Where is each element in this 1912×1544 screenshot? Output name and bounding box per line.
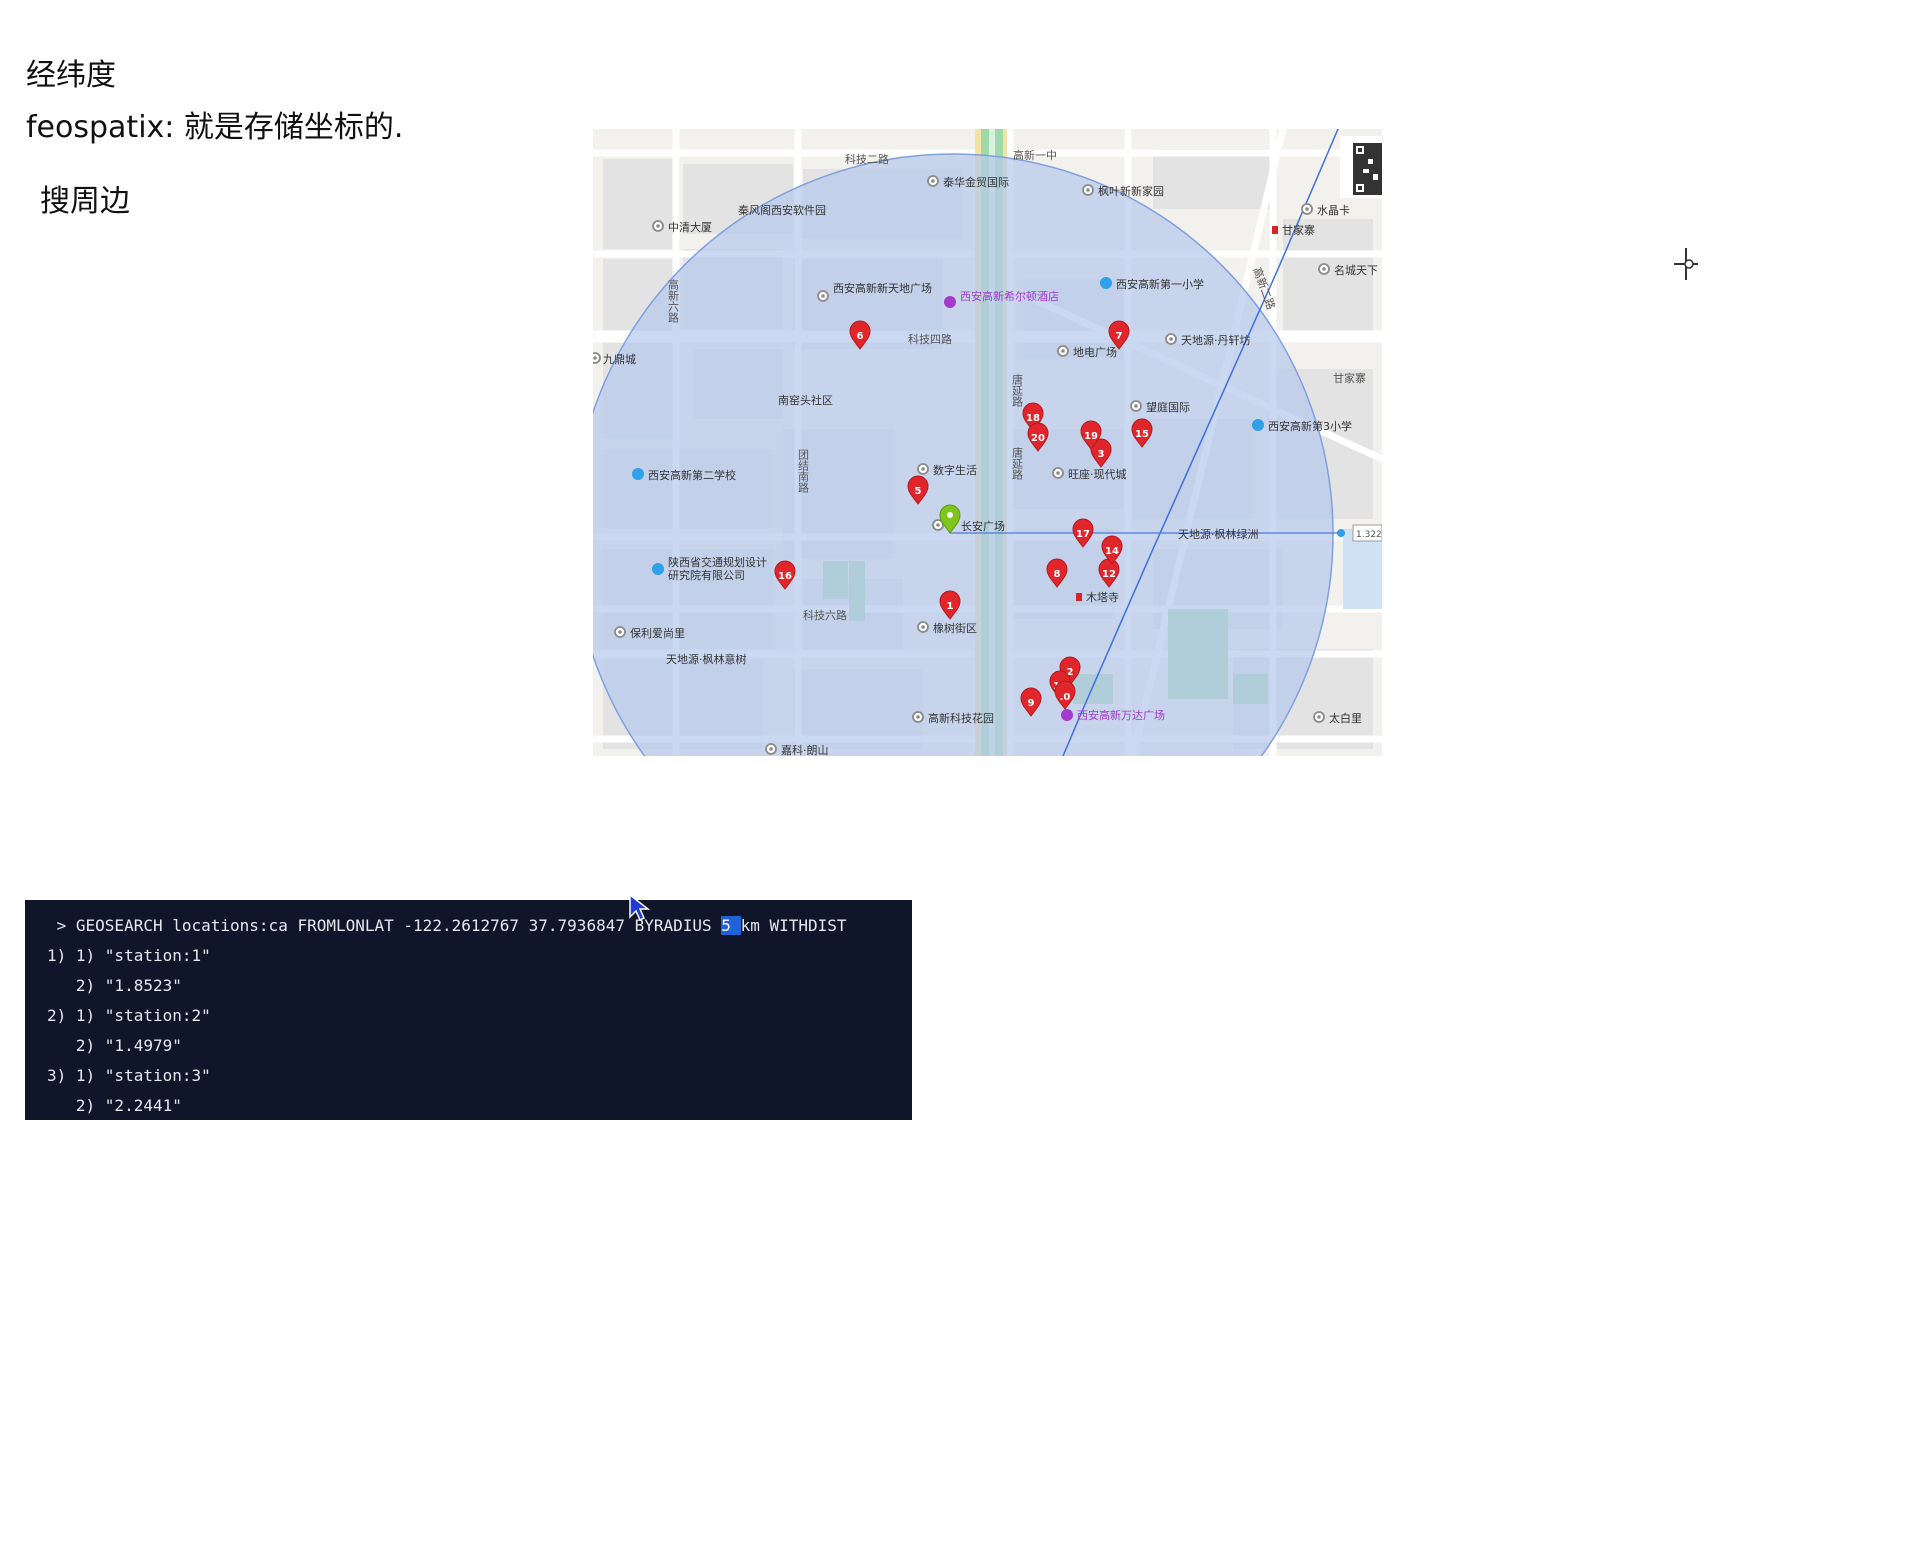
poi-label: 西安高新新天地广场: [833, 281, 932, 295]
mouse-cursor-icon: [629, 893, 650, 922]
svg-text:12: 12: [1102, 569, 1116, 580]
poi-label: 天地源·丹轩坊: [1181, 333, 1251, 347]
poi-label: 木塔寺: [1086, 591, 1119, 604]
poi-label: 水晶卡: [1317, 204, 1350, 217]
street-label: 甘家寨: [1333, 371, 1366, 385]
map-screenshot: 1.322 科技二路 高新一中 科技四路 科技六路 高新六路 团结南路 唐延路 …: [593, 129, 1382, 756]
poi-label: 西安高新万达广场: [1077, 708, 1165, 722]
poi-label: 泰华金贸国际: [943, 175, 1009, 189]
svg-text:17: 17: [1076, 529, 1090, 540]
poi-label: 南窑头社区: [778, 393, 833, 407]
svg-text:5: 5: [915, 486, 922, 497]
poi-label: 陕西省交通规划设计: [668, 555, 767, 569]
poi-label: 地电广场: [1073, 345, 1117, 359]
poi-label: 橡树街区: [933, 621, 977, 635]
note-subtitle: 搜周边: [40, 184, 130, 219]
poi-label: 天地源·枫林绿洲: [1178, 527, 1259, 541]
poi-label: 保利爱尚里: [630, 626, 685, 640]
svg-text:20: 20: [1031, 433, 1045, 444]
street-label: 唐延路: [1011, 446, 1024, 481]
poi-label: 太白里: [1329, 711, 1362, 725]
radius-handle[interactable]: [1337, 529, 1345, 537]
command-text: > GEOSEARCH locations:ca FROMLONLAT -122…: [47, 916, 722, 935]
svg-text:14: 14: [1105, 546, 1119, 557]
command-suffix: km WITHDIST: [740, 916, 847, 935]
street-label: 科技四路: [908, 332, 952, 346]
result-line: 1) 1) "station:1": [47, 946, 211, 965]
scale-label: 1.322: [1356, 530, 1382, 540]
poi-label: 望庭国际: [1146, 400, 1190, 414]
street-label: 科技六路: [803, 608, 847, 622]
radius-highlight: 5: [721, 916, 741, 935]
svg-text:18: 18: [1026, 413, 1040, 424]
poi-label: 枫叶新新家园: [1098, 184, 1164, 198]
result-line: 2) "2.2441": [47, 1096, 182, 1115]
poi-label: 旺座·现代城: [1068, 467, 1127, 481]
svg-text:3: 3: [1098, 449, 1105, 460]
poi-label: 嘉科·朗山: [781, 743, 829, 756]
svg-text:7: 7: [1116, 331, 1123, 342]
poi-label: 长安广场: [961, 519, 1005, 533]
street-label: 科技二路: [845, 152, 889, 166]
svg-text:19: 19: [1084, 431, 1098, 442]
poi-label: 西安高新希尔顿酒店: [960, 289, 1059, 303]
svg-text:15: 15: [1135, 429, 1149, 440]
poi-label: 九鼎城: [603, 353, 636, 366]
street-label: 高新一中: [1013, 148, 1057, 162]
result-line: 3) 1) "station:3": [47, 1066, 211, 1085]
street-label: 唐延路: [1011, 373, 1024, 408]
qr-code-icon: [1340, 136, 1382, 198]
poi-label: 中清大厦: [668, 220, 712, 234]
crosshair-cursor-icon: [1674, 248, 1698, 280]
poi-label: 天地源·枫林意树: [666, 652, 747, 666]
poi-label: 高新科技花园: [928, 711, 994, 725]
command-line: > GEOSEARCH locations:ca FROMLONLAT -122…: [25, 911, 912, 941]
svg-text:6: 6: [857, 331, 864, 342]
poi-label: 秦风阁西安软件园: [738, 203, 826, 217]
svg-text:16: 16: [778, 571, 792, 582]
note-title: 经纬度: [26, 58, 116, 93]
street-label: 团结南路: [797, 449, 810, 494]
result-line: 2) "1.8523": [47, 976, 182, 995]
poi-label: 数字生活: [933, 463, 977, 477]
poi-label: 名城天下: [1334, 263, 1378, 277]
svg-text:9: 9: [1028, 698, 1035, 709]
poi-label: 西安高新第一小学: [1116, 277, 1204, 291]
poi-label: 甘家寨: [1282, 223, 1315, 237]
result-line: 2) 1) "station:2": [47, 1006, 211, 1025]
poi-label: 西安高新第3小学: [1268, 419, 1352, 433]
poi-label: 西安高新第二学校: [648, 468, 736, 482]
note-description: feospatix: 就是存储坐标的.: [26, 110, 404, 145]
terminal-output: > GEOSEARCH locations:ca FROMLONLAT -122…: [25, 900, 912, 1120]
result-line: 2) "1.4979": [47, 1036, 182, 1055]
svg-text:1: 1: [947, 601, 954, 612]
poi-label: 研究院有限公司: [668, 568, 745, 582]
street-label: 高新六路: [667, 278, 680, 324]
svg-text:8: 8: [1054, 569, 1061, 580]
svg-text:.0: .0: [1060, 692, 1071, 703]
